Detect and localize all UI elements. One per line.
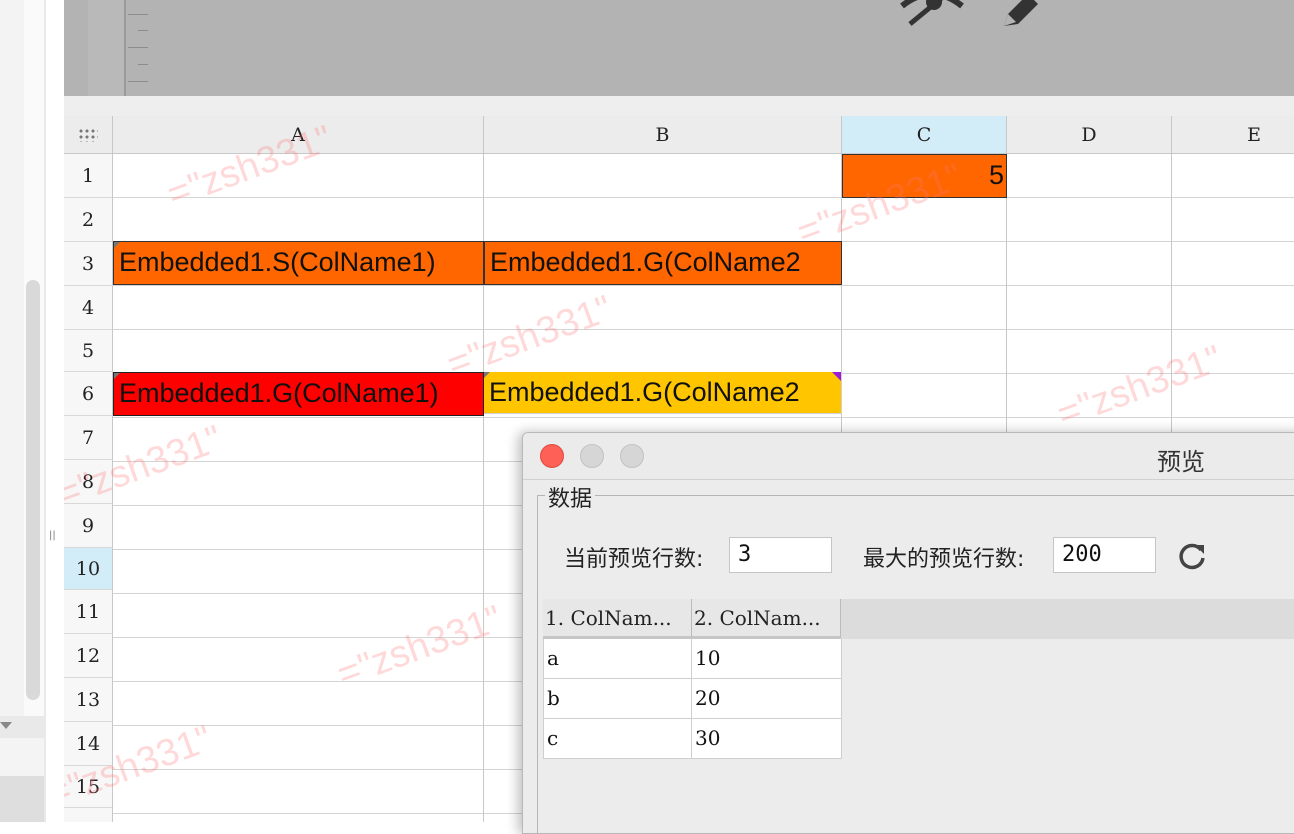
column-header-d[interactable]: D bbox=[1007, 116, 1172, 154]
comment-indicator bbox=[832, 372, 841, 381]
max-rows-label: 最大的预览行数: bbox=[863, 547, 1025, 572]
row-header-3[interactable]: 3 bbox=[64, 242, 113, 286]
design-canvas-area bbox=[64, 0, 1294, 97]
column-header-b[interactable]: B bbox=[484, 116, 842, 154]
table-cell[interactable]: 10 bbox=[691, 639, 842, 679]
row-header-5[interactable]: 5 bbox=[64, 330, 113, 372]
maximize-button[interactable] bbox=[620, 444, 644, 468]
grid-icon bbox=[78, 127, 98, 142]
dialog-title: 预览 bbox=[1157, 448, 1205, 476]
row-header-14[interactable]: 14 bbox=[64, 722, 113, 766]
table-header-col1[interactable]: 1. ColNam... bbox=[543, 599, 692, 639]
cell-b6-text: Embedded1.G(ColName2 bbox=[489, 377, 800, 407]
row-header-11[interactable]: 11 bbox=[64, 590, 113, 634]
refresh-icon[interactable] bbox=[1177, 541, 1207, 571]
minimize-button[interactable] bbox=[580, 444, 604, 468]
preview-dialog: 预览 数据 当前预览行数: 3 最大的预览行数: 200 1. ColNam..… bbox=[522, 432, 1294, 834]
row-header-16[interactable] bbox=[64, 808, 113, 822]
row-header-8[interactable]: 8 bbox=[64, 460, 113, 504]
select-all-corner[interactable] bbox=[64, 116, 113, 154]
cell-a3-text: Embedded1.S(ColName1) bbox=[119, 247, 436, 277]
row-header-6[interactable]: 6 bbox=[64, 372, 113, 416]
data-group-label: 数据 bbox=[545, 481, 596, 513]
eye-slash-icon[interactable] bbox=[900, 0, 964, 26]
row-header-13[interactable]: 13 bbox=[64, 678, 113, 722]
table-cell[interactable]: b bbox=[543, 679, 692, 719]
current-rows-label: 当前预览行数: bbox=[564, 547, 704, 572]
column-header-a[interactable]: A bbox=[113, 116, 484, 154]
column-header-c[interactable]: C bbox=[842, 116, 1007, 154]
table-cell[interactable]: a bbox=[543, 639, 692, 679]
row-header-10[interactable]: 10 bbox=[64, 548, 113, 590]
current-rows-input[interactable]: 3 bbox=[729, 537, 832, 573]
row-header-2[interactable]: 2 bbox=[64, 198, 113, 242]
left-panel: || bbox=[0, 0, 64, 822]
cell-a6[interactable]: Embedded1.G(ColName1) bbox=[113, 372, 484, 416]
row-header-7[interactable]: 7 bbox=[64, 416, 113, 460]
table-header-filler bbox=[841, 599, 1294, 639]
table-cell[interactable]: 20 bbox=[691, 679, 842, 719]
row-header-12[interactable]: 12 bbox=[64, 634, 113, 678]
cell-b3[interactable]: Embedded1.G(ColName2 bbox=[484, 241, 842, 285]
left-scrollbar-thumb[interactable] bbox=[26, 280, 40, 700]
toolbar-gap bbox=[64, 96, 1294, 116]
close-button[interactable] bbox=[540, 444, 564, 468]
splitter-grip-icon[interactable]: || bbox=[49, 530, 56, 541]
row-header-4[interactable]: 4 bbox=[64, 286, 113, 330]
cell-b6[interactable]: Embedded1.G(ColName2 bbox=[484, 372, 842, 414]
cell-c1[interactable]: 5 bbox=[842, 154, 1007, 198]
cell-a6-text: Embedded1.G(ColName1) bbox=[119, 378, 439, 408]
collapse-arrow-icon[interactable] bbox=[0, 722, 12, 729]
table-cell[interactable]: c bbox=[543, 719, 692, 759]
vertical-ruler bbox=[88, 0, 148, 96]
max-rows-input[interactable]: 200 bbox=[1053, 537, 1156, 573]
table-cell[interactable]: 30 bbox=[691, 719, 842, 759]
row-header-9[interactable]: 9 bbox=[64, 504, 113, 548]
left-lower-panel-shade bbox=[0, 776, 44, 822]
cell-a3[interactable]: Embedded1.S(ColName1) bbox=[113, 241, 484, 285]
column-header-e[interactable]: E bbox=[1172, 116, 1294, 154]
panel-splitter[interactable] bbox=[46, 0, 64, 822]
table-header-col2[interactable]: 2. ColNam... bbox=[692, 599, 841, 639]
row-header-1[interactable]: 1 bbox=[64, 154, 113, 198]
pencil-icon[interactable] bbox=[998, 0, 1044, 28]
dialog-titlebar[interactable]: 预览 bbox=[523, 433, 1294, 480]
row-header-15[interactable]: 15 bbox=[64, 766, 113, 808]
